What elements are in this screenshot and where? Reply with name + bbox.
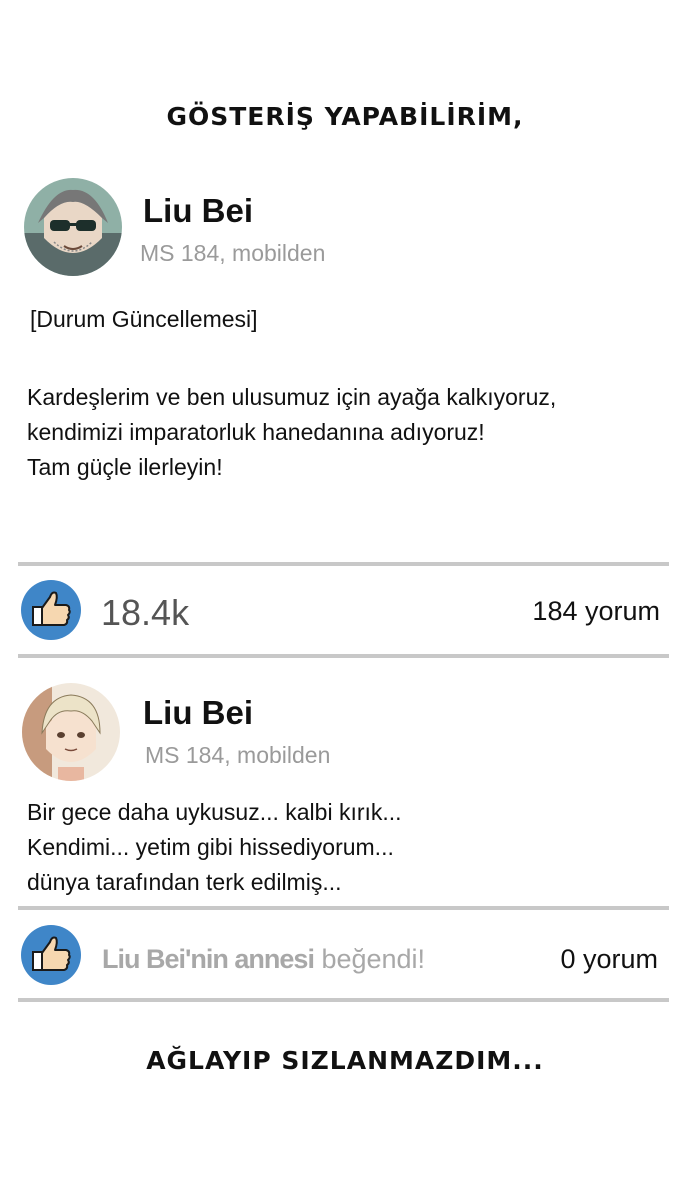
post2-liked-by: Liu Bei'nin annesi beğendi! xyxy=(102,944,425,975)
post2-meta: MS 184, mobilden xyxy=(145,742,331,768)
post1-tag: [Durum Güncellemesi] xyxy=(30,306,258,332)
liked-by-suffix: beğendi! xyxy=(313,944,426,974)
post1-like-count: 18.4k xyxy=(101,592,190,633)
avatar-sunglasses[interactable] xyxy=(24,178,122,276)
post1-comment-count[interactable]: 184 yorum xyxy=(460,596,660,627)
caption-bottom: AĞLAYIP SIZLANMAZDIM... xyxy=(146,1046,544,1075)
thumbs-up-icon[interactable] xyxy=(20,579,82,641)
liked-by-name[interactable]: Liu Bei'nin annesi xyxy=(102,944,315,974)
post2-author[interactable]: Liu Bei xyxy=(143,694,253,732)
divider xyxy=(18,906,669,910)
divider xyxy=(18,998,669,1002)
avatar-child[interactable] xyxy=(22,683,120,781)
post2-body: Bir gece daha uykusuz... kalbi kırık... … xyxy=(27,799,402,895)
divider xyxy=(18,562,669,566)
thumbs-up-icon[interactable] xyxy=(20,924,82,986)
post1-meta: MS 184, mobilden xyxy=(140,240,326,266)
caption-top: GÖSTERİŞ YAPABİLİRİM, xyxy=(166,102,524,131)
divider xyxy=(18,654,669,658)
post1-author[interactable]: Liu Bei xyxy=(143,192,253,230)
post2-comment-count[interactable]: 0 yorum xyxy=(460,944,658,975)
post1-body: Kardeşlerim ve ben ulusumuz için ayağa k… xyxy=(27,384,557,480)
